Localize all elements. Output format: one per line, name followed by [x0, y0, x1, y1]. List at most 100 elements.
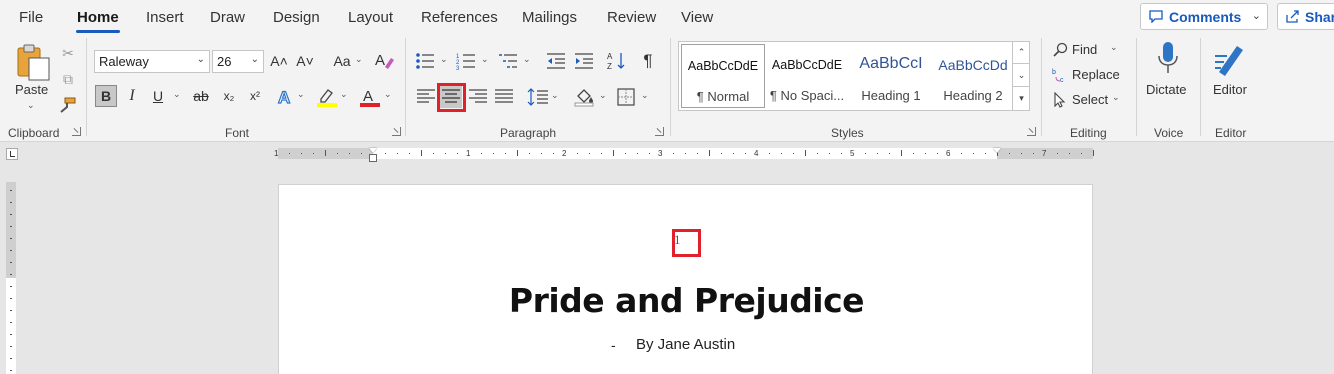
document-page[interactable]: 1 Pride and Prejudice - By Jane Austin [278, 184, 1093, 374]
horizontal-ruler[interactable]: 1 1 2 3 4 5 6 7 [274, 148, 1094, 162]
align-right-icon[interactable] [468, 88, 488, 106]
decrease-indent-icon[interactable] [546, 52, 566, 70]
subscript-button[interactable]: x₂ [218, 85, 240, 107]
document-title[interactable]: Pride and Prejudice [279, 281, 1094, 320]
ruler-tick [721, 153, 722, 154]
tab-mailings[interactable]: Mailings [522, 9, 577, 26]
superscript-button[interactable]: x² [244, 85, 266, 107]
line-spacing-icon[interactable] [527, 87, 549, 107]
chevron-down-icon[interactable]: ⌄ [599, 90, 607, 101]
replace-button[interactable]: b c Replace [1052, 65, 1132, 85]
multilevel-list-icon[interactable] [498, 52, 518, 70]
ruler-tick [409, 153, 410, 154]
copy-icon[interactable]: ⧉ [57, 68, 79, 90]
chevron-down-icon[interactable]: ⌄ [340, 89, 348, 100]
show-formatting-marks-button[interactable]: ¶ [637, 50, 659, 72]
ruler-tick [481, 153, 482, 154]
strikethrough-button[interactable]: ab [190, 85, 212, 107]
editor-pen-icon [1215, 46, 1243, 76]
vertical-ruler[interactable] [6, 182, 16, 374]
justify-icon[interactable] [494, 88, 514, 106]
chevron-down-icon[interactable]: ⌄ [440, 54, 448, 65]
paste-dropdown-icon[interactable]: ⌄ [27, 100, 35, 111]
tab-draw[interactable]: Draw [210, 9, 245, 26]
indent-marker-icon[interactable] [369, 148, 377, 153]
chevron-down-icon[interactable]: ⌄ [355, 54, 363, 65]
share-button[interactable]: Shar [1277, 3, 1334, 30]
clear-formatting-icon[interactable]: A [374, 51, 396, 71]
style-name: ¶ Normal [696, 89, 750, 104]
tab-review[interactable]: Review [607, 9, 656, 26]
italic-button[interactable]: I [121, 85, 143, 107]
sort-icon[interactable]: A Z [607, 51, 627, 71]
style-heading-1[interactable]: AaBbCcI Heading 1 [849, 44, 933, 108]
tab-layout[interactable]: Layout [348, 9, 393, 26]
font-size-dropdown[interactable]: 26 ⌄ [212, 50, 264, 73]
microphone-icon [1158, 42, 1178, 73]
ruler-tick [10, 274, 12, 275]
chevron-down-icon[interactable]: ⌄ [173, 89, 181, 100]
tab-design[interactable]: Design [273, 9, 320, 26]
text-effects-icon[interactable]: A [276, 87, 296, 107]
paste-label[interactable]: Paste [15, 82, 48, 97]
cut-icon[interactable]: ✂ [57, 42, 79, 64]
chevron-down-icon[interactable]: ⌄ [551, 90, 559, 101]
style-normal[interactable]: AaBbCcDdE ¶ Normal [681, 44, 765, 108]
shrink-font-button[interactable]: A˅ [294, 50, 316, 72]
find-button[interactable]: Find ⌄ [1052, 40, 1132, 60]
paste-icon[interactable] [16, 43, 52, 83]
font-launcher-icon[interactable] [392, 127, 401, 136]
ruler-tick [649, 153, 650, 154]
bullets-icon[interactable] [415, 52, 435, 70]
chevron-down-icon: ⌄ [196, 54, 205, 65]
highlight-box [672, 229, 701, 257]
paragraph-launcher-icon[interactable] [655, 127, 664, 136]
font-color-icon[interactable]: A [359, 86, 381, 108]
chevron-up-icon[interactable]: ⌃ [1013, 41, 1030, 64]
comments-button[interactable]: Comments ⌄ [1140, 3, 1268, 30]
align-left-icon[interactable] [416, 88, 436, 106]
grow-font-button[interactable]: A˄ [268, 50, 290, 72]
chevron-down-icon[interactable]: ⌄ [523, 54, 531, 65]
style-no-spacing[interactable]: AaBbCcDdE ¶ No Spaci... [765, 44, 849, 108]
document-byline[interactable]: By Jane Austin [636, 336, 735, 353]
change-case-button[interactable]: Aa [329, 50, 355, 72]
style-preview: AaBbCcDd [938, 57, 1008, 73]
chevron-down-icon[interactable]: ⌄ [481, 54, 489, 65]
format-painter-icon[interactable] [59, 97, 77, 113]
tab-stop-selector-icon[interactable] [6, 148, 18, 160]
chevron-down-icon[interactable]: ⌄ [297, 89, 305, 100]
tab-references[interactable]: References [421, 9, 498, 26]
ruler-tick [325, 150, 326, 156]
chevron-down-icon[interactable]: ⌄ [384, 89, 392, 100]
select-button[interactable]: Select ⌄ [1052, 90, 1132, 110]
more-styles-icon[interactable]: ▾ [1013, 87, 1030, 110]
replace-label: Replace [1072, 67, 1120, 82]
style-heading-2[interactable]: AaBbCcDd Heading 2 [931, 44, 1015, 108]
dictate-button[interactable]: Dictate [1140, 38, 1195, 104]
tab-view[interactable]: View [681, 9, 713, 26]
ruler-tick [529, 153, 530, 154]
tab-file[interactable]: File [19, 9, 43, 26]
bold-button[interactable]: B [95, 85, 117, 107]
chevron-down-icon[interactable]: ⌄ [641, 90, 649, 101]
tab-home[interactable]: Home [77, 9, 119, 26]
chevron-down-icon: ⌄ [250, 54, 259, 65]
right-indent-marker-icon[interactable] [993, 148, 1001, 153]
highlight-icon[interactable] [316, 86, 338, 108]
chevron-down-icon[interactable]: ⌄ [1013, 64, 1030, 87]
clipboard-launcher-icon[interactable] [72, 127, 81, 136]
chevron-down-icon: ⌄ [1251, 10, 1261, 22]
increase-indent-icon[interactable] [574, 52, 594, 70]
ruler-tick [10, 190, 12, 191]
left-indent-marker-icon[interactable] [369, 154, 377, 162]
borders-icon[interactable] [617, 88, 635, 106]
underline-button[interactable]: U [147, 85, 169, 107]
styles-launcher-icon[interactable] [1027, 127, 1036, 136]
shading-icon[interactable] [574, 87, 596, 107]
ruler-tick [337, 153, 338, 154]
font-name-dropdown[interactable]: Raleway ⌄ [94, 50, 210, 73]
numbering-icon[interactable]: 1 2 3 [456, 52, 476, 70]
tab-insert[interactable]: Insert [146, 9, 184, 26]
editor-button[interactable]: Editor [1205, 38, 1260, 104]
